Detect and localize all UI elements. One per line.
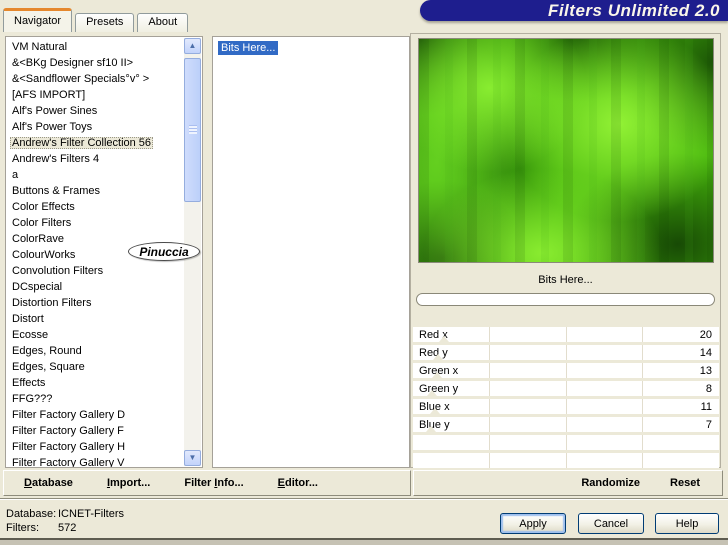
slider-thumb-icon[interactable] (432, 372, 442, 378)
slider-thumb-icon[interactable] (427, 390, 437, 396)
list-item[interactable]: Andrew's Filter Collection 56 (6, 135, 184, 151)
progress-bar (416, 293, 715, 306)
filters-status-label: Filters: (6, 522, 39, 534)
list-item[interactable]: Filter Factory Gallery V (6, 455, 184, 467)
scroll-up-icon: ▲ (188, 41, 197, 50)
import-button[interactable]: Import... (107, 477, 150, 489)
parameter-slider-row[interactable]: Blue y7 (413, 417, 719, 432)
parameter-slider-row[interactable]: Green x 13 (413, 363, 719, 378)
right-command-bar: Randomize Reset (413, 470, 723, 496)
filters-unlimited-window: Filters Unlimited 2.0 Navigator Presets … (0, 0, 728, 545)
list-item[interactable]: Andrew's Filters 4 (6, 151, 184, 167)
parameter-value: 7 (705, 418, 712, 431)
parameter-slider-row[interactable]: Blue x 11 (413, 399, 719, 414)
status-bar: Database: ICNET-Filters Filters: 572 (6, 508, 124, 536)
tab-navigator[interactable]: Navigator (3, 8, 73, 32)
left-command-bar: Database Import... Filter Info... Editor… (3, 470, 411, 496)
list-item[interactable]: &<BKg Designer sf10 II> (6, 55, 184, 71)
filter-info-button[interactable]: Filter Info... (184, 477, 243, 489)
list-item[interactable]: Distortion Filters (6, 295, 184, 311)
parameter-slider-row[interactable]: Red y 14 (413, 345, 719, 360)
window-bottom-edge (0, 538, 728, 545)
slider-thumb-icon[interactable] (426, 426, 436, 432)
list-item[interactable]: Convolution Filters (6, 263, 184, 279)
help-button[interactable]: Help (655, 513, 719, 534)
slider-thumb-icon[interactable] (439, 336, 449, 342)
list-item[interactable]: &<Sandflower Specials°v° > (6, 71, 184, 87)
list-item[interactable]: Color Effects (6, 199, 184, 215)
list-item[interactable]: Buttons & Frames (6, 183, 184, 199)
list-item[interactable]: VM Natural (6, 39, 184, 55)
list-item[interactable]: Alf's Power Sines (6, 103, 184, 119)
parameter-value: 13 (699, 364, 712, 377)
preview-panel: Bits Here... Red x 20 Red y 14 Green x 13 Gree… (410, 33, 721, 468)
list-item[interactable]: Color Filters (6, 215, 184, 231)
apply-button[interactable]: Apply (500, 513, 566, 534)
slider-thumb-icon[interactable] (433, 354, 443, 360)
filters-status-value: 572 (58, 522, 77, 534)
thumb-grip-icon (189, 125, 197, 134)
list-item[interactable]: Filter Factory Gallery H (6, 439, 184, 455)
editor-button[interactable]: Editor... (278, 477, 318, 489)
parameter-value: 11 (700, 400, 712, 413)
database-status-value: ICNET-Filters (58, 508, 124, 520)
list-item[interactable]: Ecosse (6, 327, 184, 343)
preview-caption: Bits Here... (538, 274, 593, 286)
tab-about[interactable]: About (137, 13, 189, 32)
randomize-button[interactable]: Randomize (581, 477, 640, 489)
list-item[interactable]: a (6, 167, 184, 183)
reset-button[interactable]: Reset (670, 477, 700, 489)
scroll-up-button[interactable]: ▲ (184, 38, 201, 54)
list-item[interactable]: Filter Factory Gallery F (6, 423, 184, 439)
list-item[interactable]: Edges, Square (6, 359, 184, 375)
parameter-value: 20 (699, 328, 712, 341)
parameter-value: 14 (699, 346, 712, 359)
parameter-slider-row[interactable] (413, 435, 719, 450)
list-item[interactable]: Effects (6, 375, 184, 391)
scrollbar-thumb[interactable] (184, 58, 201, 202)
list-item[interactable]: Bits Here... (213, 39, 409, 55)
database-button[interactable]: Database (24, 477, 73, 489)
cancel-button[interactable]: Cancel (578, 513, 644, 534)
pinuccia-watermark: Pinuccia (128, 242, 200, 261)
bottom-divider (0, 498, 728, 500)
list-item[interactable]: [AFS IMPORT] (6, 87, 184, 103)
title-banner: Filters Unlimited 2.0 (420, 0, 728, 21)
list-item[interactable]: Distort (6, 311, 184, 327)
tab-presets[interactable]: Presets (75, 13, 135, 32)
list-item[interactable]: FFG??? (6, 391, 184, 407)
parameter-slider-row[interactable] (413, 453, 719, 468)
list-item[interactable]: Edges, Round (6, 343, 184, 359)
preview-image (418, 38, 714, 263)
database-status-label: Database: (6, 508, 57, 520)
app-title: Filters Unlimited 2.0 (547, 0, 720, 20)
tab-bar: Navigator Presets About (3, 8, 189, 32)
list-item[interactable]: Filter Factory Gallery D (6, 407, 184, 423)
parameter-slider-row[interactable]: Red x 20 (413, 327, 719, 342)
scroll-down-button[interactable]: ▼ (184, 450, 201, 466)
filter-list-panel: Bits Here... (212, 36, 410, 468)
parameter-value: 8 (705, 382, 712, 395)
parameter-slider-row[interactable]: Green y 8 (413, 381, 719, 396)
list-item[interactable]: DCspecial (6, 279, 184, 295)
slider-thumb-icon[interactable] (430, 408, 440, 414)
parameter-label: Green y (419, 382, 459, 395)
list-item[interactable]: Alf's Power Toys (6, 119, 184, 135)
filter-list: Bits Here... (213, 39, 409, 55)
scroll-down-icon: ▼ (188, 453, 197, 462)
